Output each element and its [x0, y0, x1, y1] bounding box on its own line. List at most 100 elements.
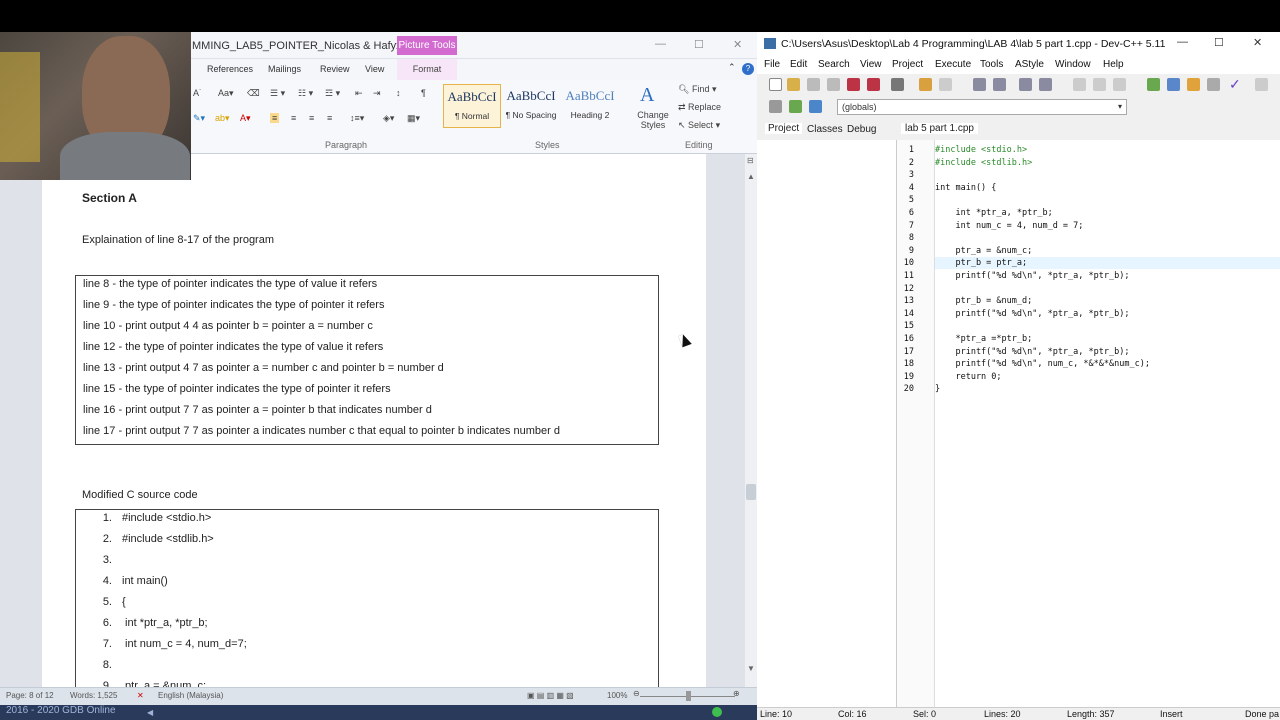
increase-indent-icon[interactable]: ⇥ [373, 88, 381, 99]
multilevel-list-icon[interactable]: ☲ ▾ [325, 88, 340, 99]
run-icon[interactable] [1093, 78, 1106, 91]
tab-classes[interactable]: Classes [807, 124, 843, 135]
open-icon[interactable] [787, 78, 800, 91]
grow-font-icon[interactable]: A˙ [193, 88, 202, 98]
close-file-icon[interactable] [847, 78, 860, 91]
borders-icon[interactable]: ▦▾ [407, 113, 420, 124]
bullets-icon[interactable]: ☰ ▾ [270, 88, 285, 99]
line-spacing-icon[interactable]: ↕≡▾ [350, 113, 364, 124]
caret-up-icon[interactable]: ⌃ [728, 62, 736, 73]
zoom-out-icon[interactable]: ⊖ [633, 689, 640, 698]
new-file-icon[interactable] [769, 78, 782, 91]
save-icon[interactable] [807, 78, 820, 91]
menu-view[interactable]: View [860, 59, 882, 70]
tab-mailings[interactable]: Mailings [268, 64, 301, 74]
replace-button[interactable]: ⇄ Replace [678, 102, 721, 113]
clear-format-icon[interactable]: ⌫ [247, 88, 260, 99]
align-left-icon[interactable]: ≡ [270, 113, 280, 123]
ruler-toggle-icon[interactable]: ⊟ [747, 156, 754, 165]
find-button[interactable]: 🔍︎ Find ▾ [678, 84, 716, 95]
editor-code-line[interactable]: int *ptr_a, *ptr_b; [935, 208, 1052, 218]
replace-icon[interactable] [993, 78, 1006, 91]
menu-help[interactable]: Help [1103, 59, 1124, 70]
tab-review[interactable]: Review [320, 64, 350, 74]
tab-references[interactable]: References [207, 64, 253, 74]
back-arrow-icon[interactable]: ◀ [147, 708, 153, 717]
layout-icon-1[interactable] [1147, 78, 1160, 91]
scroll-thumb[interactable] [746, 484, 756, 500]
page-count[interactable]: Page: 8 of 12 [6, 691, 54, 700]
insert-icon[interactable] [809, 100, 822, 113]
help-icon[interactable]: ? [742, 63, 754, 75]
text-effects-icon[interactable]: ✎▾ [193, 113, 205, 124]
tab-file[interactable]: lab 5 part 1.cpp [901, 123, 978, 134]
document-scrollbar[interactable]: ⊟ ▲ ▼ [745, 154, 757, 716]
layout-icon-2[interactable] [1167, 78, 1180, 91]
align-center-icon[interactable]: ≡ [291, 113, 296, 123]
justify-icon[interactable]: ≡ [327, 113, 332, 123]
editor-code-line[interactable]: *ptr_a =*ptr_b; [935, 334, 1032, 344]
maximize-icon[interactable]: ☐ [694, 38, 704, 51]
close-all-icon[interactable] [867, 78, 880, 91]
editor-code-line[interactable]: #include <stdio.h> [935, 145, 1027, 155]
editor-code-line[interactable]: ptr_b = &num_d; [935, 296, 1032, 306]
editor-code-line[interactable]: int main() { [935, 183, 996, 193]
align-right-icon[interactable]: ≡ [309, 113, 314, 123]
layout-icon-4[interactable] [1207, 78, 1220, 91]
menu-file[interactable]: File [764, 59, 780, 70]
menu-astyle[interactable]: AStyle [1015, 59, 1044, 70]
project-icon[interactable] [789, 100, 802, 113]
zoom-slider-thumb[interactable] [686, 691, 691, 701]
project-pane[interactable] [757, 140, 897, 707]
scroll-up-icon[interactable]: ▲ [747, 172, 755, 181]
style-normal[interactable]: AaBbCcI ¶ Normal [443, 84, 501, 128]
sort-icon[interactable]: ↕ [396, 88, 401, 98]
font-color-icon[interactable]: A▾ [240, 113, 251, 124]
class-browser-icon[interactable] [769, 100, 782, 113]
zoom-in-icon[interactable]: ⊕ [733, 689, 740, 698]
devcpp-minimize-icon[interactable]: — [1177, 36, 1188, 48]
redo-icon[interactable] [939, 78, 952, 91]
tab-format[interactable]: Format [397, 59, 457, 80]
code-editor[interactable]: 1 2 3 4 5 6 7 8 9 10 11 12 13 14 15 16 17 18 19 20 #include… [897, 140, 1280, 707]
save-all-icon[interactable] [827, 78, 840, 91]
devcpp-close-icon[interactable]: ✕ [1253, 36, 1262, 49]
layout-icon-3[interactable] [1187, 78, 1200, 91]
editor-code-line[interactable]: int num_c = 4, num_d = 7; [935, 221, 1083, 231]
pilcrow-icon[interactable]: ¶ [421, 88, 426, 98]
editor-code-line[interactable]: } [935, 384, 940, 394]
goto-icon[interactable] [1019, 78, 1032, 91]
style-heading-2[interactable]: AaBbCcI Heading 2 [561, 84, 619, 128]
editor-code-line[interactable]: printf("%d %d\n", *ptr_a, *ptr_b); [935, 347, 1129, 357]
menu-search[interactable]: Search [818, 59, 850, 70]
menu-execute[interactable]: Execute [935, 59, 971, 70]
word-count[interactable]: Words: 1,525 [70, 691, 117, 700]
language[interactable]: English (Malaysia) [158, 691, 223, 700]
view-buttons[interactable]: ▣ ▤ ▥ ▦ ▧ [527, 691, 574, 700]
editor-code-line[interactable]: return 0; [935, 372, 1001, 382]
change-case-icon[interactable]: Aa▾ [218, 88, 234, 99]
scroll-down-icon[interactable]: ▼ [747, 664, 755, 673]
compile-icon[interactable] [1073, 78, 1086, 91]
devcpp-maximize-icon[interactable]: ☐ [1214, 36, 1224, 49]
decrease-indent-icon[interactable]: ⇤ [355, 88, 363, 99]
find-icon[interactable] [973, 78, 986, 91]
style-no-spacing[interactable]: AaBbCcI ¶ No Spacing [502, 84, 560, 128]
menu-tools[interactable]: Tools [980, 59, 1003, 70]
tab-debug[interactable]: Debug [847, 124, 876, 135]
highlight-icon[interactable]: ab▾ [215, 113, 230, 124]
shading-icon[interactable]: ◈▾ [383, 113, 394, 124]
editor-code-line[interactable]: printf("%d %d\n", *ptr_a, *ptr_b); [935, 271, 1129, 281]
numbering-icon[interactable]: ☷ ▾ [298, 88, 313, 99]
editor-code-line[interactable]: printf("%d %d\n", *ptr_a, *ptr_b); [935, 309, 1129, 319]
print-icon[interactable] [891, 78, 904, 91]
rebuild-icon[interactable] [1113, 78, 1126, 91]
minimize-icon[interactable]: — [655, 38, 666, 50]
tab-project[interactable]: Project [765, 123, 803, 134]
editor-code-line[interactable]: ptr_a = &num_c; [935, 246, 1032, 256]
editor-code-line[interactable]: #include <stdlib.h> [935, 158, 1032, 168]
globals-dropdown[interactable]: (globals) ▾ [837, 99, 1127, 115]
indent-icon[interactable] [1039, 78, 1052, 91]
change-styles-label[interactable]: Change Styles [636, 110, 670, 130]
editor-code-line[interactable]: ptr_b = ptr_a; [935, 258, 1027, 268]
